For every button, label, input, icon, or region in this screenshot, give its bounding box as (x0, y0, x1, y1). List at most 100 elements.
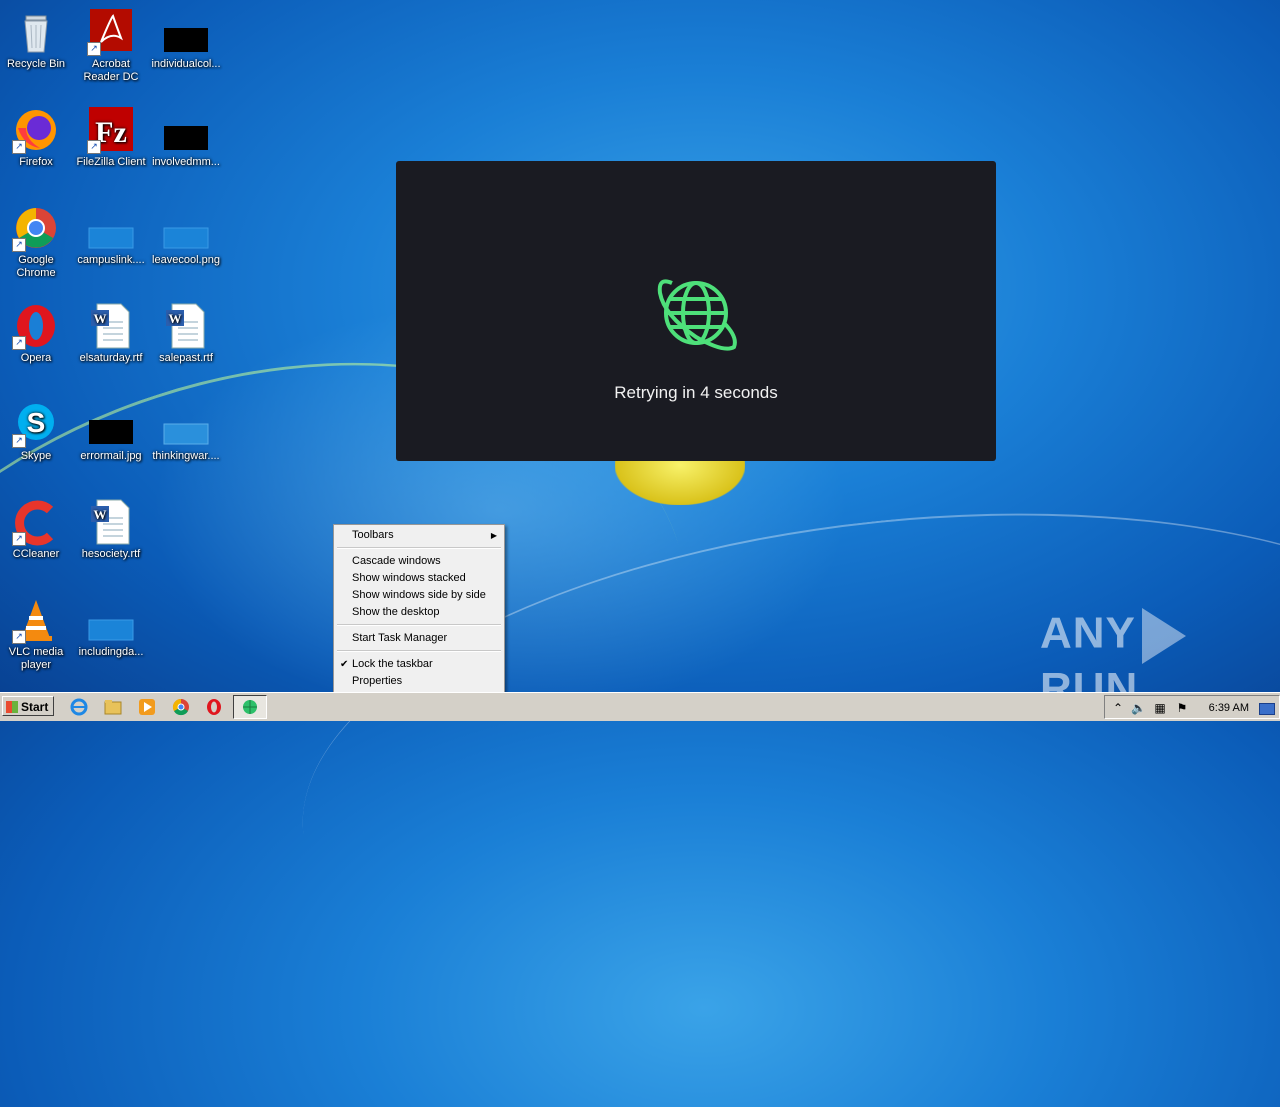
internet-explorer-icon[interactable] (70, 698, 88, 716)
desktop-icon-label: leavecool.png (152, 254, 220, 266)
desktop-icon-label: includingda... (78, 646, 144, 658)
menu-separator (337, 624, 501, 626)
desktop-icon-thinkingwar[interactable]: thinkingwar.... (148, 400, 224, 463)
media-player-icon[interactable] (138, 698, 156, 716)
filezilla-icon: Fz ↗ (87, 106, 135, 154)
active-app-button[interactable] (233, 695, 267, 719)
desktop-icon-label: individualcol... (151, 58, 221, 70)
desktop-icon-label: campuslink.... (77, 254, 145, 266)
menu-item-label: Properties (352, 675, 403, 687)
image-file-icon (87, 400, 135, 448)
start-button[interactable]: Start (2, 696, 54, 716)
show-hidden-icons-icon[interactable]: ⌃ (1111, 701, 1125, 715)
desktop-icon-errormail[interactable]: errormail.jpg (73, 400, 149, 463)
desktop-icon-label: Opera (20, 352, 52, 364)
word-document-icon: W (87, 302, 135, 350)
desktop-icon-label: FileZilla Client (76, 156, 146, 168)
menu-item-show-windows-stacked[interactable]: Show windows stacked (335, 570, 503, 587)
shortcut-arrow-icon: ↗ (87, 42, 101, 56)
svg-text:W: W (94, 507, 107, 522)
network-icon[interactable]: ▦ (1153, 701, 1167, 715)
desktop-icon-elsaturday[interactable]: W elsaturday.rtf (73, 302, 149, 365)
watermark-text-left: ANY (1040, 608, 1136, 658)
clock[interactable]: 6:39 AM (1209, 702, 1249, 714)
desktop-icon-chrome[interactable]: ↗ Google Chrome (0, 204, 74, 280)
desktop-icon-firefox[interactable]: ↗ Firefox (0, 106, 74, 169)
shortcut-arrow-icon: ↗ (12, 336, 26, 350)
menu-item-label: Toolbars (352, 529, 394, 541)
desktop-icon-leavecool[interactable]: leavecool.png (148, 204, 224, 267)
submenu-arrow-icon: ▶ (490, 531, 497, 540)
shortcut-arrow-icon: ↗ (87, 140, 101, 154)
chrome-taskbar-icon[interactable] (172, 698, 190, 716)
desktop-icon-label: salepast.rtf (159, 352, 213, 364)
desktop-icon-individualcol[interactable]: individualcol... (148, 8, 224, 71)
desktop-icon-label: Skype (20, 450, 52, 462)
globe-icon (654, 271, 738, 355)
shortcut-arrow-icon: ↗ (12, 630, 26, 644)
desktop-icon-opera[interactable]: ↗ Opera (0, 302, 74, 365)
word-document-icon: W (162, 302, 210, 350)
menu-item-label: Start Task Manager (352, 632, 448, 644)
desktop-icon-label: hesociety.rtf (81, 548, 141, 560)
globe-taskbar-icon (243, 700, 257, 714)
menu-item-cascade-windows[interactable]: Cascade windows (335, 553, 503, 570)
menu-item-lock-the-taskbar[interactable]: ✔ Lock the taskbar (335, 656, 503, 673)
windows-logo-icon (6, 701, 18, 713)
volume-icon[interactable]: 🔈 (1131, 701, 1146, 715)
menu-item-show-windows-side-by-side[interactable]: Show windows side by side (335, 587, 503, 604)
wallpaper-logo (615, 455, 745, 505)
acrobat-icon: ↗ (87, 8, 135, 56)
opera-taskbar-icon[interactable] (205, 698, 223, 716)
menu-item-start-task-manager[interactable]: Start Task Manager (335, 630, 503, 647)
menu-separator (337, 650, 501, 652)
menu-item-toolbars[interactable]: Toolbars ▶ (335, 527, 503, 544)
desktop-icon-filezilla[interactable]: Fz ↗ FileZilla Client (73, 106, 149, 169)
svg-text:W: W (94, 311, 107, 326)
retry-message: Retrying in 4 seconds (614, 383, 778, 402)
desktop-icon-includingda[interactable]: includingda... (73, 596, 149, 659)
menu-item-label: Show windows stacked (352, 572, 466, 584)
file-explorer-icon[interactable] (104, 698, 122, 716)
desktop-icon-label: errormail.jpg (80, 450, 142, 462)
svg-text:W: W (169, 311, 182, 326)
image-file-icon (162, 204, 210, 252)
desktop-icon-involvedmm[interactable]: involvedmm... (148, 106, 224, 169)
desktop-icon-ccleaner[interactable]: ↗ CCleaner (0, 498, 74, 561)
desktop-icon-hesociety[interactable]: W hesociety.rtf (73, 498, 149, 561)
system-tray: ⌃ 🔈 ▦ ⚑ 6:39 AM (1104, 695, 1280, 719)
menu-item-properties[interactable]: Properties (335, 673, 503, 690)
menu-item-label: Show the desktop (352, 606, 440, 618)
desktop-icon-campuslink[interactable]: campuslink.... (73, 204, 149, 267)
desktop-icon-label: CCleaner (12, 548, 60, 560)
shortcut-arrow-icon: ↗ (12, 140, 26, 154)
desktop-icon-recycle-bin[interactable]: Recycle Bin (0, 8, 74, 71)
action-center-flag-icon[interactable]: ⚑ (1175, 701, 1189, 715)
start-label: Start (21, 700, 49, 714)
menu-item-label: Lock the taskbar (352, 658, 433, 670)
desktop-icon-vlc[interactable]: ↗ VLC media player (0, 596, 74, 672)
file-icon (87, 596, 135, 644)
skype-icon: S ↗ (12, 400, 60, 448)
desktop-icon-label: Firefox (19, 156, 53, 168)
retry-dialog: Retrying in 4 seconds (396, 161, 996, 461)
desktop-icon-acrobat[interactable]: ↗ Acrobat Reader DC (73, 8, 149, 84)
file-icon (162, 8, 210, 56)
word-document-icon: W (87, 498, 135, 546)
desktop-icon-skype[interactable]: S ↗ Skype (0, 400, 74, 463)
desktop-icon-label: elsaturday.rtf (79, 352, 143, 364)
shortcut-arrow-icon: ↗ (12, 238, 26, 252)
ccleaner-icon: ↗ (12, 498, 60, 546)
show-desktop-icon[interactable] (1259, 703, 1275, 715)
desktop-icon-label: Acrobat Reader DC (83, 58, 139, 83)
checkmark-icon: ✔ (340, 659, 349, 670)
menu-item-label: Show windows side by side (352, 589, 486, 601)
file-icon (162, 400, 210, 448)
taskbar: Start ⌃ 🔈 ▦ ⚑ 6:39 AM (0, 692, 1280, 721)
desktop-icon-label: thinkingwar.... (152, 450, 220, 462)
svg-text:S: S (27, 407, 46, 438)
desktop-icon-salepast[interactable]: W salepast.rtf (148, 302, 224, 365)
menu-item-show-the-desktop[interactable]: Show the desktop (335, 604, 503, 621)
play-icon (1141, 608, 1186, 664)
opera-icon: ↗ (12, 302, 60, 350)
